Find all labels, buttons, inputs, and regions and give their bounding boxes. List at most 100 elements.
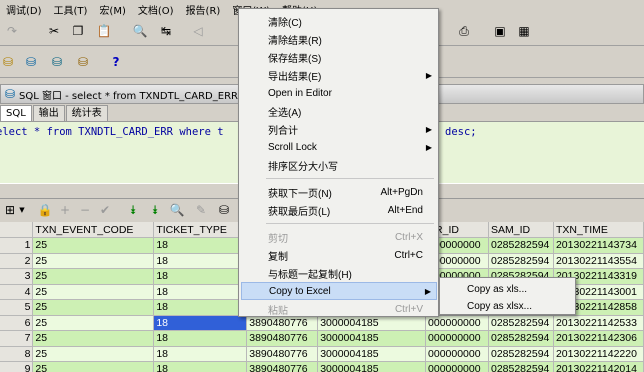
table-cell[interactable]: 0285282594: [488, 315, 554, 331]
database-icon[interactable]: ⛁: [0, 52, 16, 72]
redo-icon[interactable]: ↷: [4, 23, 20, 39]
table-cell[interactable]: 25: [32, 284, 155, 300]
paste-icon[interactable]: 📋: [96, 23, 112, 39]
fetch-next-icon[interactable]: ⯯: [126, 202, 140, 218]
table-cell[interactable]: 20130221143554: [553, 253, 644, 269]
table-cell[interactable]: 0285282594: [488, 361, 554, 372]
menu-2[interactable]: 宏(M): [93, 2, 131, 17]
rollback-icon[interactable]: ⛁: [74, 52, 92, 72]
row-number[interactable]: 5: [0, 299, 34, 316]
table-cell[interactable]: 18: [153, 253, 248, 269]
context-menu-item[interactable]: 导出结果(E) ▶: [241, 66, 437, 84]
table-cell[interactable]: 25: [32, 268, 155, 285]
cascade-windows-icon[interactable]: ▦: [516, 23, 532, 39]
table-cell[interactable]: 0285282594: [488, 253, 554, 269]
context-menu-item[interactable]: 列合计 ▶: [241, 120, 437, 138]
table-cell[interactable]: 20130221143734: [553, 237, 644, 254]
context-menu-item[interactable]: 粘贴 Ctrl+V: [241, 300, 437, 318]
column-header[interactable]: TICKET_TYPE: [153, 222, 248, 238]
post-changes-icon[interactable]: ✔: [98, 202, 112, 218]
row-number[interactable]: 3: [0, 268, 34, 285]
table-cell[interactable]: 25: [32, 237, 155, 254]
table-cell[interactable]: 25: [32, 346, 155, 362]
context-menu-item[interactable]: 剪切 Ctrl+X: [241, 228, 437, 246]
row-number[interactable]: 6: [0, 315, 34, 331]
column-header[interactable]: TXN_EVENT_CODE: [32, 222, 155, 238]
table-cell[interactable]: 25: [32, 361, 155, 372]
row-number[interactable]: 7: [0, 330, 34, 347]
table-cell[interactable]: 18: [153, 237, 248, 254]
table-cell[interactable]: 3000004185: [317, 361, 427, 372]
submenu-item[interactable]: Copy as xls...: [442, 280, 575, 298]
tab-output[interactable]: 输出: [32, 105, 65, 121]
context-menu-item[interactable]: 全选(A): [241, 102, 437, 120]
table-cell[interactable]: 000000000: [425, 361, 489, 372]
tab-statistics[interactable]: 统计表: [65, 105, 108, 121]
table-cell[interactable]: 20130221142306: [553, 330, 644, 347]
table-cell[interactable]: 3890480776: [246, 330, 319, 347]
table-cell[interactable]: 18: [153, 268, 248, 285]
navigate-back-icon[interactable]: ◁: [190, 23, 206, 39]
table-cell[interactable]: 3890480776: [246, 346, 319, 362]
table-cell[interactable]: 000000000: [425, 346, 489, 362]
table-cell[interactable]: 0285282594: [488, 237, 554, 254]
table-row[interactable]: 7 25 18 3890480776 3000004185 000000000 028528…: [0, 330, 644, 347]
table-cell[interactable]: 20130221142220: [553, 346, 644, 362]
context-menu-item[interactable]: 清除结果(R): [241, 30, 437, 48]
table-cell[interactable]: 25: [32, 253, 155, 269]
tab-sql[interactable]: SQL: [0, 105, 32, 121]
chevron-down-icon[interactable]: ▼: [18, 202, 26, 218]
row-number[interactable]: 1: [0, 237, 34, 254]
menu-3[interactable]: 文档(O): [132, 2, 180, 17]
table-cell[interactable]: 25: [32, 330, 155, 347]
context-menu-item[interactable]: 与标题一起复制(H): [241, 264, 437, 282]
table-row[interactable]: 8 25 18 3890480776 3000004185 000000000 028528…: [0, 346, 644, 362]
column-header[interactable]: [0, 222, 34, 238]
table-cell[interactable]: 18: [153, 361, 248, 372]
printer-icon[interactable]: ⎙: [456, 23, 472, 39]
table-cell[interactable]: 20130221142014: [553, 361, 644, 372]
table-cell[interactable]: 3000004185: [317, 330, 427, 347]
find-icon[interactable]: 🔍: [170, 202, 185, 218]
add-row-icon[interactable]: +: [58, 202, 72, 218]
export-icon[interactable]: ⛁: [216, 202, 232, 218]
lock-icon[interactable]: 🔒: [38, 202, 53, 218]
table-cell[interactable]: 20130221142533: [553, 315, 644, 331]
context-menu-item[interactable]: Scroll Lock ▶: [241, 138, 437, 156]
row-number[interactable]: 2: [0, 253, 34, 269]
table-cell[interactable]: 0285282594: [488, 330, 554, 347]
help-icon[interactable]: ?: [108, 52, 124, 72]
table-cell[interactable]: 18: [153, 284, 248, 300]
context-menu-item[interactable]: 清除(C): [241, 12, 437, 30]
replace-icon[interactable]: ↹: [158, 23, 174, 39]
clear-icon[interactable]: ✎: [194, 202, 208, 218]
copy-icon[interactable]: ❐: [70, 23, 86, 39]
commit-icon[interactable]: ⛁: [48, 52, 66, 72]
table-cell[interactable]: 18: [153, 330, 248, 347]
find-icon[interactable]: 🔍: [132, 23, 148, 39]
menu-4[interactable]: 报告(R): [180, 2, 227, 17]
context-menu-item[interactable]: 获取最后页(L) Alt+End: [241, 201, 437, 219]
menu-0[interactable]: 调试(D): [0, 2, 48, 17]
tile-windows-icon[interactable]: ▣: [492, 23, 508, 39]
context-menu-item[interactable]: 排序区分大小写: [241, 156, 437, 174]
column-header[interactable]: TXN_TIME: [553, 222, 644, 238]
context-menu-item[interactable]: Open in Editor: [241, 84, 437, 102]
table-cell[interactable]: 25: [32, 299, 155, 316]
table-cell[interactable]: 18: [153, 315, 248, 331]
sql-database-icon[interactable]: ⛁: [22, 52, 40, 72]
row-number[interactable]: 9: [0, 361, 34, 372]
submenu-item[interactable]: Copy as xlsx...: [442, 297, 575, 315]
grid-select-icon[interactable]: ⊞: [2, 202, 18, 218]
column-header[interactable]: SAM_ID: [488, 222, 554, 238]
table-cell[interactable]: 3890480776: [246, 361, 319, 372]
table-row[interactable]: 9 25 18 3890480776 3000004185 000000000 028528…: [0, 361, 644, 372]
table-cell[interactable]: 18: [153, 346, 248, 362]
table-cell[interactable]: 0285282594: [488, 346, 554, 362]
context-menu-item[interactable]: Copy to Excel ▶: [241, 282, 437, 300]
row-number[interactable]: 4: [0, 284, 34, 300]
context-menu-item[interactable]: 获取下一页(N) Alt+PgDn: [241, 183, 437, 201]
row-number[interactable]: 8: [0, 346, 34, 362]
menu-1[interactable]: 工具(T): [48, 2, 94, 17]
context-menu-item[interactable]: 复制 Ctrl+C: [241, 246, 437, 264]
